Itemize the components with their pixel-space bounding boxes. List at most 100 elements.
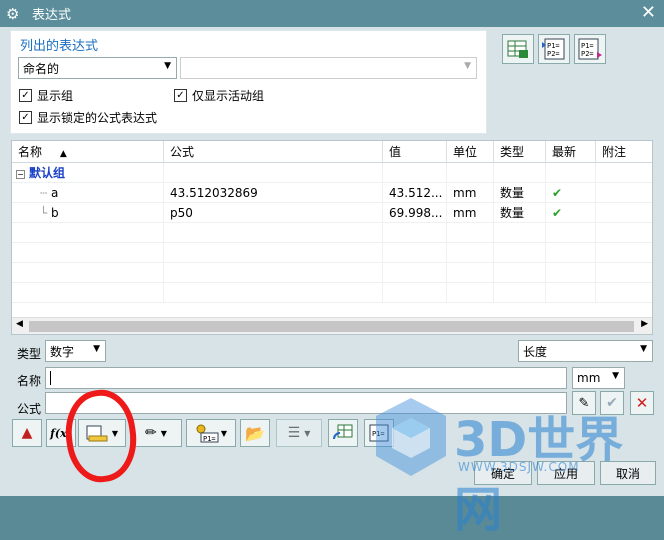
column-header-formula[interactable]: 公式: [164, 141, 383, 162]
watermark-url: WWW.3DSJW.COM: [458, 460, 580, 474]
pencil-ruler-icon: ✏: [145, 425, 157, 441]
listed-expressions-panel: 列出的表达式 命名的 ▼ ▼ ✓ 显示组 ✓ 仅显示活动组 ✓ 显示锁定的公式表…: [10, 30, 487, 134]
gear-icon: ⚙: [6, 4, 20, 23]
dropdown-arrow-icon: ▼: [160, 428, 167, 438]
row-value: 69.998...: [383, 203, 447, 222]
row-unit: mm: [447, 183, 494, 202]
row-notes: [596, 183, 652, 202]
row-unit: mm: [447, 203, 494, 222]
export-expressions-button[interactable]: P1= P2=: [574, 34, 606, 64]
window-title: 表达式: [32, 8, 72, 23]
row-formula: 43.512032869: [164, 183, 383, 202]
parameters-button[interactable]: P1= ▼: [186, 419, 236, 447]
filter-select-value: 命名的: [23, 61, 60, 76]
dimension-select[interactable]: 长度 ▼: [518, 340, 653, 362]
dropdown-arrow-icon: ▼: [640, 344, 647, 354]
spreadsheet-icon: [507, 40, 528, 58]
svg-text:P2=: P2=: [581, 50, 594, 58]
type-label: 类型: [17, 347, 42, 361]
row-formula: p50: [164, 203, 383, 222]
checkbox-checked-icon: ✓: [19, 111, 32, 124]
row-type: 数量: [494, 203, 546, 222]
name-label: 名称: [17, 374, 42, 388]
horizontal-scrollbar[interactable]: ◀ ▶: [12, 317, 652, 334]
checkbox-checked-icon: ✓: [19, 89, 32, 102]
row-notes: [596, 203, 652, 222]
collapse-button[interactable]: ▲: [12, 419, 42, 447]
name-input[interactable]: [45, 367, 567, 389]
column-header-type[interactable]: 类型: [494, 141, 546, 162]
export-spreadsheet-button[interactable]: [502, 34, 534, 64]
svg-text:P2=: P2=: [547, 50, 560, 58]
svg-text:P1=: P1=: [203, 435, 216, 443]
section-title: 列出的表达式: [20, 39, 99, 54]
reference-button[interactable]: ✏ ▼: [130, 419, 182, 447]
filter-input[interactable]: ▼: [180, 57, 477, 79]
only-active-group-checkbox[interactable]: ✓ 仅显示活动组: [174, 87, 264, 104]
type-select[interactable]: 数字 ▼: [45, 340, 106, 362]
empty-row: [12, 243, 652, 263]
watermark: 3D世界网 WWW.3DSJW.COM: [372, 394, 652, 538]
row-type: 数量: [494, 183, 546, 202]
column-header-latest[interactable]: 最新: [546, 141, 596, 162]
p1-p2-import-icon: P1=P2=: [542, 38, 565, 60]
column-header-value[interactable]: 值: [383, 141, 447, 162]
close-icon[interactable]: ✕: [641, 2, 656, 23]
tree-connector: ┄ a: [12, 183, 164, 202]
collapse-icon[interactable]: −: [16, 170, 25, 179]
import-expressions-button[interactable]: P1= P2=: [538, 34, 570, 64]
formula-label: 公式: [17, 402, 42, 416]
column-header-notes[interactable]: 附注: [596, 141, 652, 162]
table-header: 名称 ▲ 公式 值 单位 类型 最新 附注: [12, 141, 652, 163]
dropdown-arrow-icon: ▼: [164, 61, 171, 71]
list-icon: ☰: [287, 425, 301, 441]
tree-connector: └ b: [12, 203, 164, 222]
type-select-value: 数字: [50, 344, 75, 359]
empty-row: [12, 283, 652, 303]
dropdown-arrow-icon: ▼: [93, 344, 100, 354]
empty-row: [12, 263, 652, 283]
scroll-left-icon[interactable]: ◀: [16, 319, 23, 329]
table-row[interactable]: └ b p50 69.998... mm 数量 ✔: [12, 203, 652, 223]
table-row[interactable]: ┄ a 43.512032869 43.512... mm 数量 ✔: [12, 183, 652, 203]
refresh-grid-icon: [333, 424, 353, 440]
unit-select[interactable]: mm ▼: [572, 367, 625, 389]
group-row[interactable]: − 默认组: [12, 163, 652, 183]
row-value: 43.512...: [383, 183, 447, 202]
group-name: 默认组: [29, 166, 66, 180]
list-button[interactable]: ☰ ▼: [276, 419, 322, 447]
open-file-button[interactable]: 📂: [240, 419, 270, 447]
show-locked-formula-label: 显示锁定的公式表达式: [37, 111, 158, 125]
up-to-date-check-icon: ✔: [546, 183, 596, 202]
dropdown-arrow-icon: ▼: [464, 61, 471, 71]
folder-open-icon: 📂: [245, 423, 265, 443]
svg-text:P1=: P1=: [547, 42, 560, 50]
expressions-dialog: ⚙ 表达式 ✕ 列出的表达式 命名的 ▼ ▼ ✓ 显示组 ✓ 仅显示活动组 ✓ …: [0, 0, 664, 538]
show-locked-formula-checkbox[interactable]: ✓ 显示锁定的公式表达式: [19, 109, 157, 126]
up-to-date-check-icon: ✔: [546, 203, 596, 222]
title-bar: ⚙ 表达式 ✕: [0, 0, 664, 27]
scroll-right-icon[interactable]: ▶: [641, 319, 648, 329]
column-label: 名称: [18, 145, 43, 159]
show-groups-checkbox[interactable]: ✓ 显示组: [19, 87, 73, 104]
show-groups-label: 显示组: [37, 89, 74, 103]
triangle-up-icon: ▲: [21, 425, 33, 441]
scrollbar-thumb[interactable]: [29, 321, 634, 332]
dimension-select-value: 长度: [523, 344, 548, 359]
dropdown-arrow-icon: ▼: [220, 428, 228, 438]
p1-param-icon: P1=: [196, 424, 219, 443]
svg-text:P1=: P1=: [581, 42, 594, 50]
expressions-table: 名称 ▲ 公式 值 单位 类型 最新 附注 − 默认组 ┄ a 43.512032…: [11, 140, 653, 335]
refresh-spreadsheet-button[interactable]: [328, 419, 358, 447]
row-name: b: [51, 206, 59, 220]
filter-select[interactable]: 命名的 ▼: [18, 57, 177, 79]
column-header-unit[interactable]: 单位: [447, 141, 494, 162]
unit-select-value: mm: [577, 371, 601, 385]
p1-p2-export-icon: P1=P2=: [578, 38, 602, 60]
column-header-name[interactable]: 名称 ▲: [12, 141, 164, 162]
dropdown-arrow-icon: ▼: [612, 371, 619, 381]
only-active-group-label: 仅显示活动组: [192, 89, 265, 103]
sort-ascending-icon: ▲: [59, 149, 67, 159]
dropdown-arrow-icon: ▼: [304, 428, 311, 438]
row-name: a: [51, 186, 59, 200]
